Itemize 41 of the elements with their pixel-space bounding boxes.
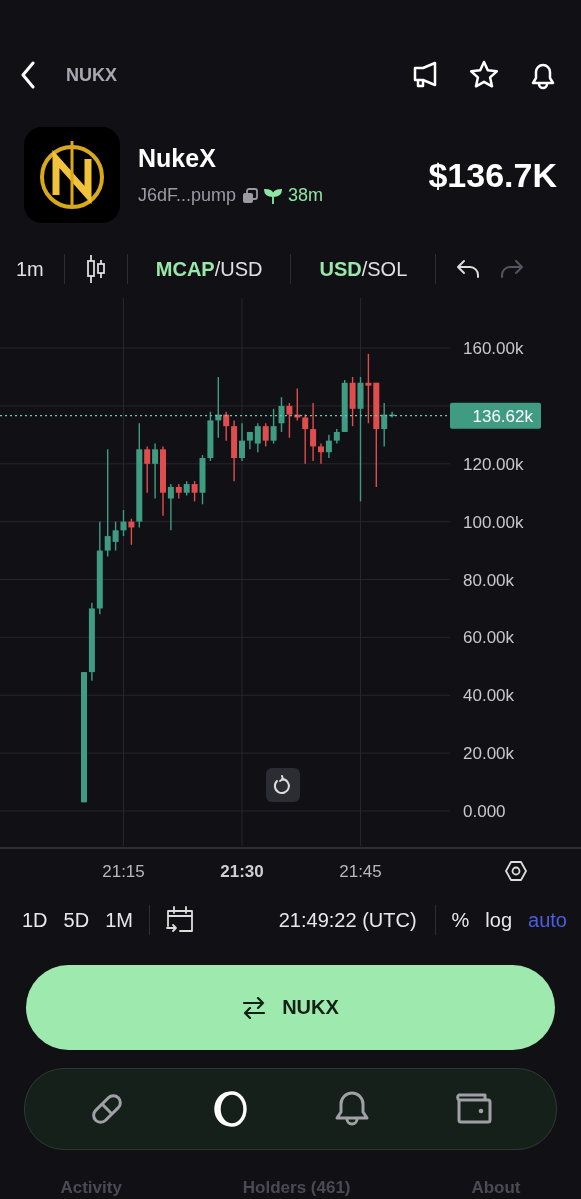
page-title: NUKX (66, 64, 117, 86)
range-button[interactable]: 1M (105, 908, 133, 932)
price-axis-label: 0.000 (463, 802, 506, 821)
price-axis-label: 60.00k (463, 628, 515, 648)
price-axis-label: 20.00k (463, 744, 515, 764)
ref-line-label: 136.62k (472, 406, 534, 426)
price-axis-label: 100.00k (463, 512, 524, 532)
range-button[interactable]: 1D (22, 908, 48, 932)
trade-button[interactable]: NUKX (26, 965, 555, 1050)
token-logo-icon (24, 127, 120, 223)
swap-icon (242, 996, 267, 1019)
price-tag: 136.62k (450, 402, 541, 429)
token-age: 38m (288, 185, 324, 206)
scale-option[interactable]: % (451, 908, 470, 932)
interval-button[interactable]: 1m (16, 257, 44, 281)
time-axis-label: 21:30 (220, 862, 264, 882)
undo-icon[interactable] (456, 259, 481, 279)
back-icon[interactable] (20, 61, 36, 89)
price-axis-label: 40.00k (463, 686, 515, 706)
copy-icon[interactable] (242, 187, 259, 204)
range-button[interactable]: 5D (63, 908, 90, 932)
wallet-icon[interactable] (455, 1092, 494, 1126)
clock-time: 21:49:22 (UTC) (278, 908, 417, 932)
scale-option[interactable]: log (485, 908, 513, 932)
pair-toggle[interactable]: MCAP/USD (155, 257, 263, 281)
price-axis-label: 120.00k (463, 454, 524, 474)
calendar-icon[interactable] (165, 906, 196, 934)
time-axis-label: 21:45 (339, 862, 382, 882)
price-axis-label: 160.00k (463, 339, 524, 359)
time-axis-label: 21:15 (102, 862, 145, 882)
pair-toggle[interactable]: USD/SOL (319, 257, 408, 281)
bell-icon[interactable] (334, 1090, 371, 1128)
token-name: NukeX (138, 144, 217, 173)
scale-option[interactable]: auto (528, 908, 567, 932)
token-address: J6dF...pump (138, 185, 237, 206)
candlestick-icon[interactable] (84, 254, 107, 284)
price-axis-label: 80.00k (463, 570, 515, 590)
sprout-icon (264, 186, 283, 205)
market-cap: $136.7K (428, 155, 557, 195)
settings-icon[interactable] (505, 860, 527, 882)
reset-chart-button[interactable] (266, 768, 300, 802)
